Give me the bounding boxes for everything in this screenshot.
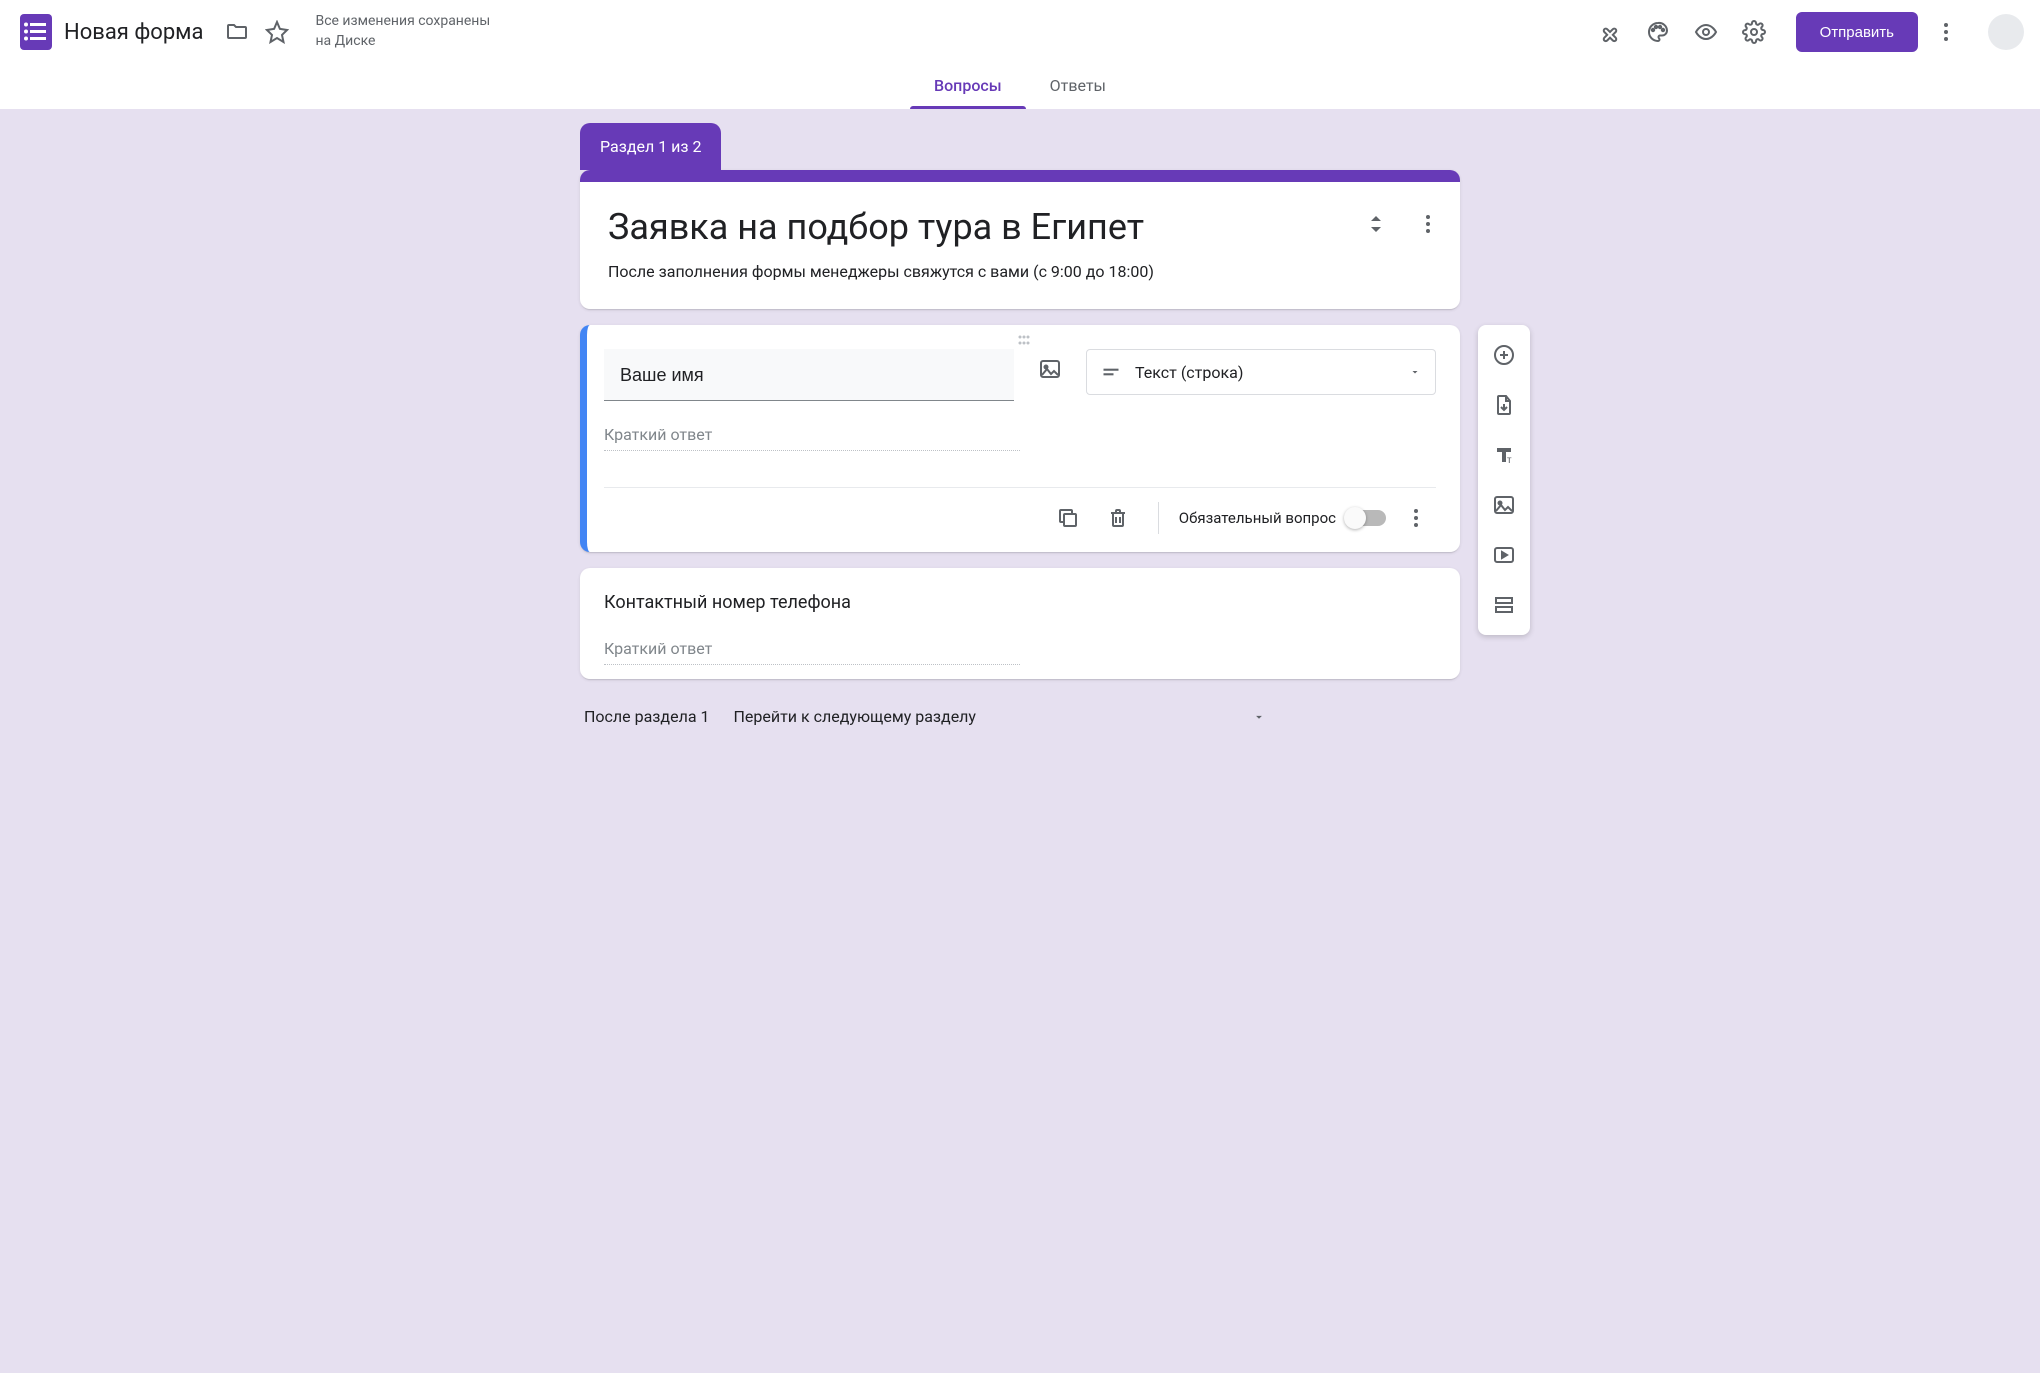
section-more-icon[interactable] [1408, 204, 1448, 244]
short-text-icon [1101, 362, 1121, 382]
question-type-label: Текст (строка) [1135, 363, 1243, 382]
answer-placeholder: Краткий ответ [604, 639, 1020, 665]
folder-icon[interactable] [217, 12, 257, 52]
addons-icon[interactable] [1590, 12, 1630, 52]
tab-answers[interactable]: Ответы [1026, 64, 1130, 109]
question-more-icon[interactable] [1396, 498, 1436, 538]
delete-icon[interactable] [1098, 498, 1138, 538]
question-type-select[interactable]: Текст (строка) [1086, 349, 1436, 395]
preview-icon[interactable] [1686, 12, 1726, 52]
chevron-down-icon [1252, 710, 1266, 724]
add-section-icon[interactable] [1480, 581, 1528, 629]
side-toolbar: т [1478, 325, 1530, 635]
question-card-selected[interactable]: Текст (строка) Краткий ответ Обязательны… [580, 325, 1460, 552]
document-title[interactable]: Новая форма [64, 20, 203, 45]
save-status: Все изменения сохранены на Диске [315, 12, 490, 51]
question-title-text[interactable]: Контактный номер телефона [604, 592, 1436, 613]
question-title-input[interactable] [604, 349, 1014, 401]
avatar[interactable] [1988, 14, 2024, 50]
import-question-icon[interactable] [1480, 381, 1528, 429]
required-label: Обязательный вопрос [1179, 509, 1336, 527]
answer-placeholder: Краткий ответ [604, 425, 1020, 451]
add-question-icon[interactable] [1480, 331, 1528, 379]
after-section-label: После раздела 1 [584, 707, 709, 726]
collapse-icon[interactable] [1356, 204, 1396, 244]
tabs: Вопросы Ответы [0, 64, 2040, 109]
form-description[interactable]: После заполнения формы менеджеры свяжутс… [608, 262, 1432, 281]
svg-text:т: т [1507, 455, 1512, 466]
save-status-line1: Все изменения сохранены [315, 12, 490, 32]
app-header: Новая форма Все изменения сохранены на Д… [0, 0, 2040, 64]
after-section-select[interactable]: Перейти к следующему разделу [725, 697, 1274, 736]
star-icon[interactable] [257, 12, 297, 52]
add-video-icon[interactable] [1480, 531, 1528, 579]
send-button[interactable]: Отправить [1796, 12, 1918, 52]
copy-icon[interactable] [1048, 498, 1088, 538]
more-vert-icon[interactable] [1926, 12, 1966, 52]
add-image-icon[interactable] [1030, 349, 1070, 389]
drag-icon[interactable] [1012, 331, 1036, 350]
save-status-line2: на Диске [315, 32, 490, 52]
palette-icon[interactable] [1638, 12, 1678, 52]
required-toggle[interactable] [1346, 510, 1386, 526]
forms-logo-icon[interactable] [16, 12, 56, 52]
settings-icon[interactable] [1734, 12, 1774, 52]
form-title[interactable]: Заявка на подбор тура в Египет [608, 206, 1432, 248]
section-chip: Раздел 1 из 2 [580, 123, 721, 170]
form-header-card[interactable]: Заявка на подбор тура в Египет После зап… [580, 170, 1460, 309]
question-card[interactable]: Контактный номер телефона Краткий ответ [580, 568, 1460, 679]
chevron-down-icon [1409, 366, 1421, 378]
after-section-value: Перейти к следующему разделу [733, 707, 976, 726]
tab-questions[interactable]: Вопросы [910, 64, 1026, 109]
after-section-row: После раздела 1 Перейти к следующему раз… [580, 697, 1460, 736]
add-image-toolbar-icon[interactable] [1480, 481, 1528, 529]
add-title-icon[interactable]: т [1480, 431, 1528, 479]
